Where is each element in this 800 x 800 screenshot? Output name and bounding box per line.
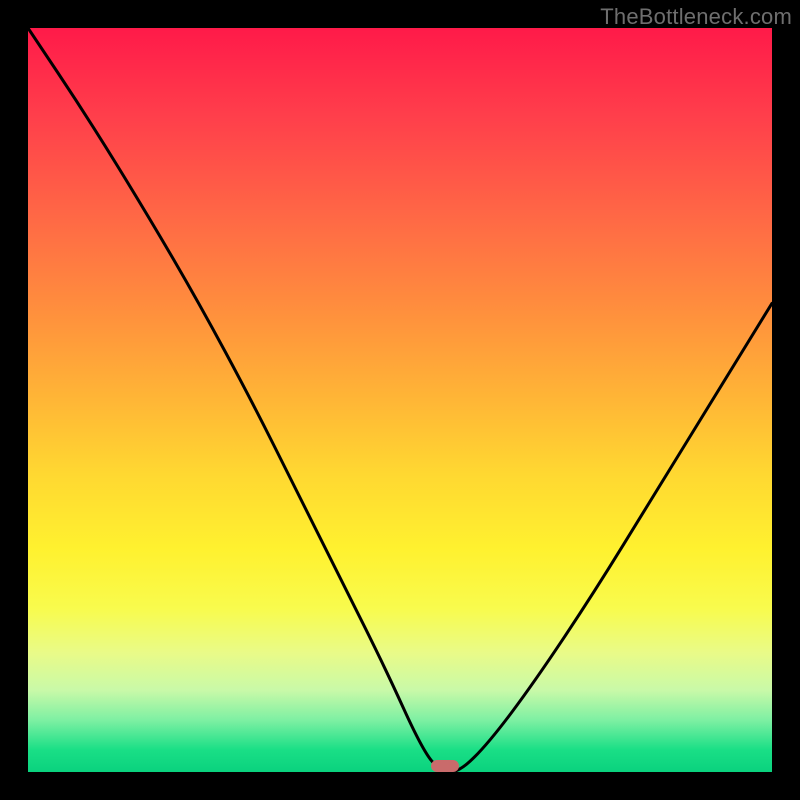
chart-frame: TheBottleneck.com — [0, 0, 800, 800]
plot-area — [28, 28, 772, 772]
bottleneck-curve — [28, 28, 772, 772]
watermark-text: TheBottleneck.com — [600, 4, 792, 30]
optimum-marker — [431, 760, 459, 772]
